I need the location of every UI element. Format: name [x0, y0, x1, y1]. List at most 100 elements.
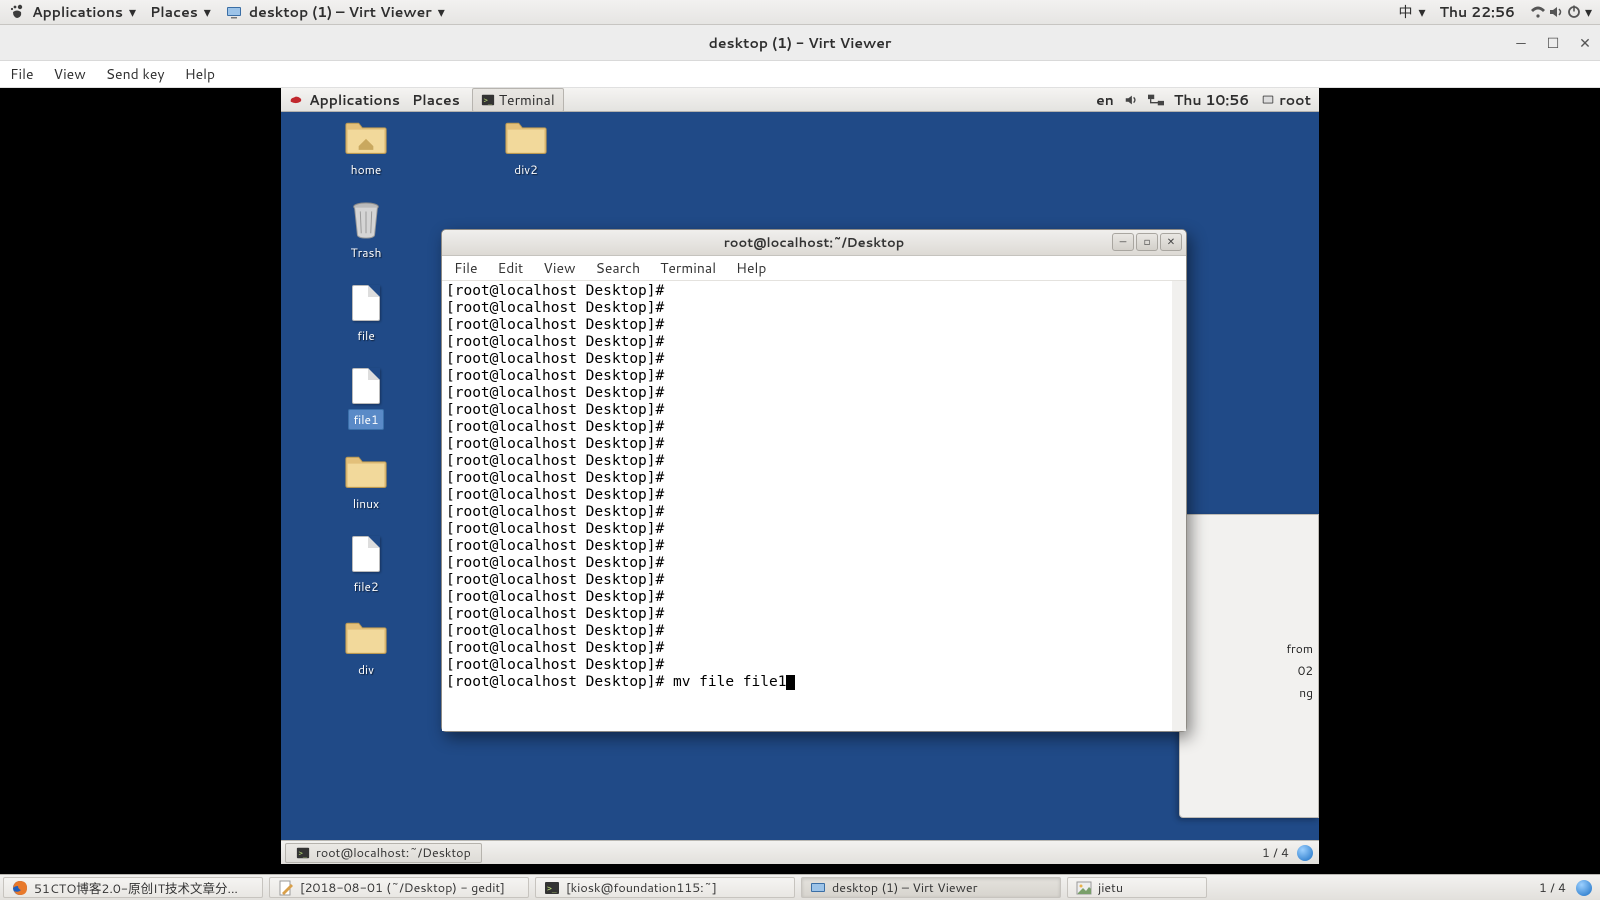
maximize-button[interactable]: ☐	[1544, 33, 1562, 53]
task-label: [kiosk@foundation115:~]	[566, 879, 717, 897]
virt-viewer-icon	[810, 880, 826, 896]
guest-taskbar-item-terminal[interactable]: >_ root@localhost:~/Desktop	[285, 843, 482, 863]
terminal-window[interactable]: root@localhost:~/Desktop — ▫ ✕ File Edit…	[441, 229, 1187, 732]
dropdown-icon: ▾	[1418, 2, 1425, 22]
file-icon	[344, 284, 388, 322]
maximize-button[interactable]: ▫	[1136, 233, 1158, 251]
virt-title: desktop (1) - Virt Viewer	[709, 33, 892, 53]
guest-topbar: Applications Places >_ Terminal en	[281, 88, 1319, 112]
guest-taskbar-terminal[interactable]: >_ Terminal	[472, 88, 564, 112]
host-active-app-menu[interactable]: desktop (1) – Virt Viewer ▾	[225, 2, 445, 22]
virt-menu-view[interactable]: View	[54, 64, 86, 84]
host-ime-indicator[interactable]: 中 ▾	[1398, 2, 1425, 22]
close-button[interactable]: ✕	[1160, 233, 1182, 251]
terminal-title: root@localhost:~/Desktop	[724, 234, 905, 252]
svg-text:>_: >_	[547, 884, 557, 893]
desktop-icon-file[interactable]: file	[321, 284, 411, 345]
minimize-button[interactable]: —	[1112, 233, 1134, 251]
power-icon[interactable]	[1565, 4, 1583, 20]
volume-icon[interactable]	[1124, 93, 1138, 107]
terminal-icon: >_	[296, 846, 310, 860]
desktop-icon-linux[interactable]: linux	[321, 452, 411, 513]
folder-icon	[344, 618, 388, 656]
show-desktop-icon[interactable]	[1297, 845, 1313, 861]
guest-user-label[interactable]: root	[1279, 90, 1311, 110]
virt-menubar: File View Send key Help	[0, 61, 1600, 88]
host-applications-menu[interactable]: Applications ▾	[8, 2, 136, 22]
host-applications-label: Applications	[32, 2, 123, 22]
terminal-menu-search[interactable]: Search	[596, 258, 641, 278]
folder-home-icon	[344, 118, 388, 156]
dropdown-icon: ▾	[204, 2, 211, 22]
firefox-icon	[12, 880, 28, 896]
background-window-text: from 02 ng	[1189, 558, 1319, 704]
host-places-menu[interactable]: Places ▾	[150, 2, 211, 22]
guest-desktop[interactable]: Applications Places >_ Terminal en	[281, 88, 1319, 864]
image-icon	[1076, 880, 1092, 896]
terminal-menu-terminal[interactable]: Terminal	[660, 258, 716, 278]
terminal-titlebar[interactable]: root@localhost:~/Desktop — ▫ ✕	[442, 230, 1186, 256]
dropdown-icon: ▾	[1585, 2, 1592, 22]
host-task-firefox[interactable]: 51CTO博客2.0-原创IT技术文章分...	[3, 877, 263, 898]
desktop-icon-trash[interactable]: Trash	[321, 201, 411, 262]
desktop-icon-home[interactable]: home	[321, 118, 411, 179]
peek-line: 02	[1189, 660, 1319, 682]
desktop-icon-label: file	[353, 326, 379, 345]
host-task-gedit[interactable]: [2018-08-01 (~/Desktop) - gedit]	[269, 877, 529, 898]
folder-icon	[344, 452, 388, 490]
folder-icon	[504, 118, 548, 156]
ime-label: 中	[1398, 2, 1412, 22]
virt-viewer-icon	[225, 4, 243, 20]
peek-line: from	[1189, 638, 1319, 660]
virt-menu-file[interactable]: File	[10, 64, 34, 84]
terminal-body[interactable]: [root@localhost Desktop]# [root@localhos…	[442, 281, 1186, 731]
virt-window-controls: — ☐ ✕	[1512, 25, 1594, 61]
guest-bottom-panel: >_ root@localhost:~/Desktop 1 / 4	[281, 840, 1319, 864]
guest-viewport: Applications Places >_ Terminal en	[0, 88, 1600, 874]
guest-applications-menu[interactable]: Applications	[289, 90, 400, 110]
desktop-icon-label: div2	[510, 160, 541, 179]
terminal-icon: >_	[481, 93, 495, 107]
terminal-menu-edit[interactable]: Edit	[498, 258, 524, 278]
terminal-menu-file[interactable]: File	[454, 258, 478, 278]
guest-lang-indicator[interactable]: en	[1096, 90, 1114, 110]
guest-workspace-indicator[interactable]: 1 / 4	[1262, 844, 1289, 862]
network-icon[interactable]	[1148, 93, 1164, 107]
host-workspace-indicator[interactable]: 1 / 4	[1539, 879, 1566, 897]
desktop-icon-label: home	[347, 160, 386, 179]
host-clock[interactable]: Thu 22:56	[1439, 2, 1514, 22]
gedit-icon	[278, 880, 294, 896]
desktop-icon-label: div	[354, 660, 378, 679]
desktop-icon-file1[interactable]: file1	[321, 367, 411, 430]
desktop-icon-file2[interactable]: file2	[321, 535, 411, 596]
dropdown-icon: ▾	[129, 2, 136, 22]
host-task-virtviewer[interactable]: desktop (1) – Virt Viewer	[801, 877, 1061, 898]
minimize-button[interactable]: —	[1512, 33, 1530, 53]
trash-icon	[344, 201, 388, 239]
file-icon	[344, 367, 388, 405]
guest-task-label: root@localhost:~/Desktop	[316, 844, 471, 862]
volume-icon[interactable]	[1547, 4, 1565, 20]
virt-menu-help[interactable]: Help	[185, 64, 215, 84]
guest-places-menu[interactable]: Places	[412, 90, 460, 110]
show-desktop-icon[interactable]	[1576, 880, 1592, 896]
desktop-icon-div2[interactable]: div2	[481, 118, 571, 179]
desktop-icon-label: file2	[349, 577, 382, 596]
terminal-menu-help[interactable]: Help	[736, 258, 766, 278]
desktop-icon-div[interactable]: div	[321, 618, 411, 679]
virt-viewer-window: desktop (1) - Virt Viewer — ☐ ✕ File Vie…	[0, 25, 1600, 874]
svg-text:>_: >_	[299, 849, 308, 857]
desktop-icon-label: file1	[348, 409, 383, 430]
virt-titlebar[interactable]: desktop (1) - Virt Viewer — ☐ ✕	[0, 25, 1600, 61]
close-button[interactable]: ✕	[1576, 33, 1594, 53]
guest-clock[interactable]: Thu 10:56	[1174, 90, 1249, 110]
host-task-jietu[interactable]: jietu	[1067, 877, 1207, 898]
terminal-menu-view[interactable]: View	[543, 258, 575, 278]
redhat-icon	[289, 93, 303, 107]
virt-menu-sendkey[interactable]: Send key	[106, 64, 165, 84]
task-label: desktop (1) – Virt Viewer	[832, 879, 978, 897]
host-topbar: Applications ▾ Places ▾ desktop (1) – Vi…	[0, 0, 1600, 25]
host-task-terminal[interactable]: >_ [kiosk@foundation115:~]	[535, 877, 795, 898]
wifi-icon[interactable]	[1529, 4, 1547, 20]
gnome-foot-icon	[8, 4, 26, 20]
